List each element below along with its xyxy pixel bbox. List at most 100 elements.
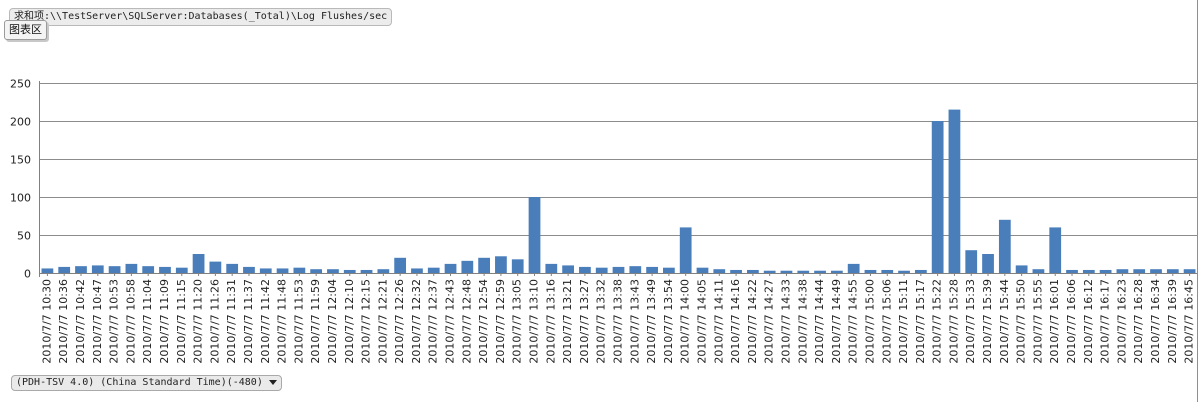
series-bars [41, 109, 1196, 273]
x-tick-label: 2010/7/7 16:01 [1048, 279, 1061, 364]
data-bar [192, 254, 205, 273]
x-tick-label: 2010/7/7 12:04 [326, 279, 339, 364]
x-tick-label: 2010/7/7 11:53 [292, 279, 305, 364]
data-bar [780, 270, 793, 273]
data-bar [998, 219, 1011, 273]
x-tick-label: 2010/7/7 14:22 [746, 279, 759, 364]
timezone-dropdown[interactable]: (PDH-TSV 4.0) (China Standard Time)(-480… [11, 375, 282, 391]
data-bar [91, 265, 104, 273]
x-tick-label: 2010/7/7 12:37 [427, 279, 440, 364]
x-tick-label: 2010/7/7 15:50 [1015, 279, 1028, 364]
data-bar [108, 266, 121, 273]
x-tick-labels: 2010/7/7 10:30 2010/7/7 10:36 2010/7/7 10:… [40, 279, 1195, 364]
data-bar [797, 270, 810, 273]
data-bar [310, 269, 323, 273]
data-bar [209, 261, 222, 273]
x-tick-label: 2010/7/7 13:49 [645, 279, 658, 364]
y-tick-labels: 0 50 100 150 200 250 [10, 78, 31, 281]
x-tick-label: 2010/7/7 13:54 [662, 279, 675, 364]
x-tick-label: 2010/7/7 10:53 [108, 279, 121, 364]
x-tick-label: 2010/7/7 15:11 [897, 279, 910, 364]
data-bar [595, 267, 608, 273]
x-tick-label: 2010/7/7 10:30 [40, 279, 53, 364]
x-tick-label: 2010/7/7 10:47 [91, 279, 104, 364]
data-bar [293, 267, 306, 273]
x-tick-label: 2010/7/7 15:00 [863, 279, 876, 364]
x-tick-label: 2010/7/7 15:28 [947, 279, 960, 364]
data-bar [629, 266, 642, 273]
data-bar [75, 266, 87, 273]
data-bar [1116, 269, 1129, 273]
data-bar [511, 259, 524, 273]
data-bar [1066, 269, 1078, 273]
x-tick-label: 2010/7/7 13:16 [544, 279, 557, 364]
data-bar [226, 263, 239, 273]
x-tick-label: 2010/7/7 14:38 [796, 279, 809, 364]
data-bar [377, 269, 390, 273]
data-bar [495, 256, 507, 273]
x-tick-label: 2010/7/7 12:10 [343, 279, 356, 364]
data-bar [427, 267, 440, 273]
x-tick-label: 2010/7/7 13:27 [578, 279, 591, 364]
data-bar [1032, 269, 1045, 273]
x-tick-label: 2010/7/7 15:22 [931, 279, 944, 364]
x-tick-label: 2010/7/7 15:55 [1031, 279, 1044, 364]
x-tick-label: 2010/7/7 10:36 [57, 279, 70, 364]
x-tick-label: 2010/7/7 11:20 [192, 279, 205, 364]
data-bar [914, 269, 927, 273]
data-bar [545, 263, 558, 273]
x-tick-label: 2010/7/7 14:33 [779, 279, 792, 364]
x-tick-label: 2010/7/7 16:06 [1065, 279, 1078, 364]
y-tick-label: 0 [24, 268, 31, 281]
x-tick-label: 2010/7/7 14:05 [695, 279, 708, 364]
x-tick-label: 2010/7/7 12:48 [460, 279, 473, 364]
x-tick-label: 2010/7/7 13:38 [612, 279, 625, 364]
data-bar [394, 257, 407, 273]
data-bar [982, 254, 994, 273]
x-tick-label: 2010/7/7 13:32 [595, 279, 608, 364]
x-tick-label: 2010/7/7 15:06 [880, 279, 893, 364]
data-bar [461, 260, 474, 273]
data-bar [259, 268, 272, 273]
data-bar [898, 270, 910, 273]
x-tick-label: 2010/7/7 13:21 [561, 279, 574, 364]
data-bar [881, 269, 894, 273]
x-tick-label: 2010/7/7 10:42 [74, 279, 87, 364]
x-tick-label: 2010/7/7 11:04 [141, 279, 154, 364]
x-tick-label: 2010/7/7 15:39 [981, 279, 994, 364]
x-tick-label: 2010/7/7 13:10 [528, 279, 541, 364]
data-bar [747, 269, 759, 273]
x-tick-label: 2010/7/7 11:59 [309, 279, 322, 364]
axes [39, 81, 1198, 277]
data-bar [444, 263, 457, 273]
data-bar [142, 266, 155, 273]
y-tick-label: 50 [17, 230, 31, 243]
x-tick-label: 2010/7/7 13:43 [628, 279, 641, 364]
data-bar [175, 267, 188, 273]
data-bar [411, 268, 423, 273]
data-bar [763, 270, 776, 273]
data-bar [159, 266, 171, 273]
data-bar [1183, 269, 1196, 273]
x-tick-label: 2010/7/7 12:59 [494, 279, 507, 364]
y-tick-label: 100 [10, 192, 31, 205]
x-tick-label: 2010/7/7 14:00 [679, 279, 692, 364]
data-bar [646, 266, 658, 273]
data-bar [713, 269, 726, 273]
x-tick-label: 2010/7/7 11:37 [242, 279, 255, 364]
x-tick-label: 2010/7/7 11:09 [158, 279, 171, 364]
x-tick-label: 2010/7/7 15:17 [914, 279, 927, 364]
timezone-dropdown-label: (PDH-TSV 4.0) (China Standard Time)(-480… [16, 377, 263, 388]
data-bar [360, 269, 373, 273]
data-bar [579, 266, 591, 273]
data-bar [948, 109, 961, 273]
x-tick-label: 2010/7/7 12:15 [360, 279, 373, 364]
data-bar [58, 266, 71, 273]
chevron-down-icon[interactable] [268, 380, 277, 385]
x-tick-label: 2010/7/7 16:39 [1166, 279, 1179, 364]
x-tick-label: 2010/7/7 12:54 [477, 279, 490, 364]
data-bar [965, 250, 978, 273]
x-tick-label: 2010/7/7 11:42 [259, 279, 272, 364]
data-bar [1133, 269, 1146, 273]
data-bar [1099, 269, 1112, 273]
